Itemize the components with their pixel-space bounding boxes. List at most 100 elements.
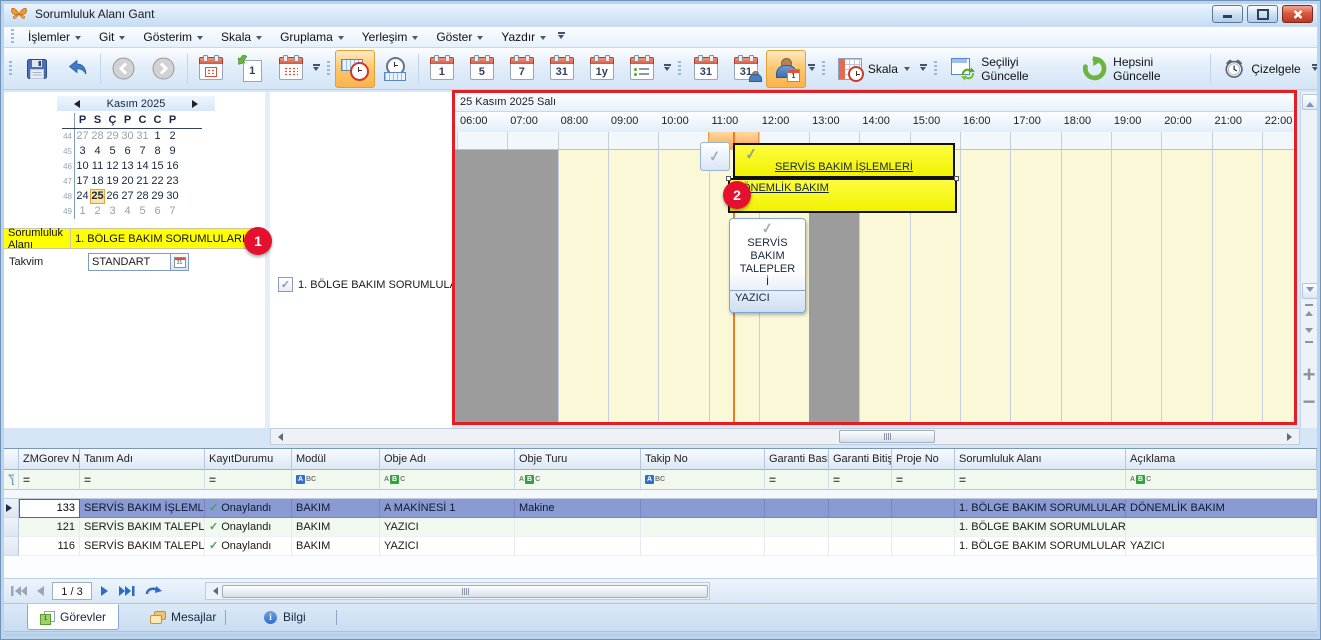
zoom-out-button[interactable]: − (1301, 392, 1317, 412)
calendar-day[interactable]: 7 (165, 204, 180, 219)
scale-button-1y[interactable]: 1y (582, 50, 622, 88)
column-header-Obje Turu[interactable]: Obje Turu (515, 449, 641, 470)
menu-item-gruplama[interactable]: Gruplama (271, 28, 353, 46)
cell-Takip No[interactable] (641, 518, 765, 537)
calendar-day[interactable]: 10 (75, 159, 90, 174)
cell-Proje No[interactable] (892, 499, 955, 518)
calendar-day[interactable]: 15 (150, 159, 165, 174)
cell-Obje Adı[interactable]: YAZICI (380, 518, 515, 537)
task-bar-donemlik-bakim[interactable]: DÖNEMLİK BAKIM (728, 178, 957, 213)
cell-ZMGorev No[interactable]: 116 (19, 537, 80, 556)
calendar-day[interactable]: 1 (150, 129, 165, 144)
schedule-button[interactable]: Çizelgele (1214, 50, 1310, 88)
filter-cell-Takip No[interactable]: ABC (641, 470, 765, 490)
first-page-button[interactable] (8, 582, 30, 600)
cell-KayıtDurumu[interactable]: ✓Onaylandı (205, 537, 292, 556)
resize-handle[interactable] (726, 176, 731, 181)
menu-item-git[interactable]: Git (90, 28, 134, 46)
calendar-day[interactable]: 3 (75, 144, 90, 159)
menu-item-skala[interactable]: Skala (212, 28, 271, 46)
toolbar-overflow-button-5[interactable] (1310, 64, 1321, 74)
tab-görevler[interactable]: 1Görevler (27, 604, 119, 630)
filter-cell-Garanti Baslı[interactable]: = (765, 470, 829, 490)
calendar-day[interactable]: 16 (165, 159, 180, 174)
toolbar-grip-5[interactable] (934, 61, 937, 77)
cell-ZMGorev No[interactable]: 121 (19, 518, 80, 537)
calendar-day[interactable]: 12 (105, 159, 120, 174)
column-header-Obje Adı[interactable]: Obje Adı (380, 449, 515, 470)
cell-Tanım Adı[interactable]: SERVİS BAKIM TALEPLER (80, 537, 205, 556)
list-view-button[interactable] (622, 50, 662, 88)
time-scale-button[interactable] (375, 50, 415, 88)
cell-Garanti Bitiş[interactable] (829, 518, 892, 537)
cell-Garanti Bitiş[interactable] (829, 499, 892, 518)
calendar-day[interactable]: 3 (105, 204, 120, 219)
calendar-day[interactable]: 28 (135, 189, 150, 204)
calendar-day[interactable]: 7 (135, 144, 150, 159)
calendar-day[interactable]: 11 (90, 159, 105, 174)
takvim-calendar-button[interactable]: 31 (170, 254, 188, 270)
table-row[interactable]: 121SERVİS BAKIM TALEPLER✓OnaylandıBAKIMY… (4, 518, 1317, 537)
scrollbar-thumb[interactable] (222, 585, 708, 598)
resource-view-button[interactable]: 1 (766, 50, 806, 88)
column-header-Garanti Bitiş[interactable]: Garanti Bitiş (829, 449, 892, 470)
calendar-day[interactable]: 1 (75, 204, 90, 219)
filter-cell-Açıklama[interactable]: ABC (1126, 470, 1317, 490)
menu-item-i̇şlemler[interactable]: İşlemler (19, 28, 90, 46)
prev-page-button[interactable] (32, 582, 48, 600)
resource-day-view-button[interactable]: 31 (726, 50, 766, 88)
calendar-day[interactable]: 20 (120, 174, 135, 189)
close-button[interactable] (1282, 5, 1313, 23)
cell-Sorumluluk Alanı[interactable]: 1. BÖLGE BAKIM SORUMLULARI (955, 537, 1126, 556)
calendar-next-button[interactable] (192, 100, 202, 108)
save-button[interactable] (17, 50, 57, 88)
cell-Obje Turu[interactable]: Makine (515, 499, 641, 518)
toolbar-overflow-button-2[interactable] (662, 64, 673, 74)
filter-cell-Proje No[interactable]: = (892, 470, 955, 490)
cell-KayıtDurumu[interactable]: ✓Onaylandı (205, 499, 292, 518)
calendar-day[interactable]: 31 (135, 129, 150, 144)
scroll-down-button[interactable] (1302, 283, 1318, 299)
gantt-chart[interactable]: 25 Kasım 2025 Salı 06:0007:0008:0009:001… (455, 93, 1297, 425)
calendar-day[interactable]: 22 (150, 174, 165, 189)
tab-bilgi[interactable]: iBilgi (252, 604, 318, 630)
skala-dropdown-button[interactable]: Skala (830, 50, 918, 88)
cell-Modül[interactable]: BAKIM (292, 518, 380, 537)
calendar-day[interactable]: 2 (165, 129, 180, 144)
cell-Garanti Baslı[interactable] (765, 499, 829, 518)
gantt-horizontal-scrollbar[interactable] (270, 428, 1300, 445)
calendar-day[interactable]: 21 (135, 174, 150, 189)
cell-ZMGorev No[interactable]: 133 (19, 499, 80, 518)
cell-Obje Adı[interactable]: A MAKİNESİ 1 (380, 499, 515, 518)
row-indicator[interactable] (4, 499, 19, 518)
table-row[interactable]: 133SERVİS BAKIM İŞLEMLER✓OnaylandıBAKIMA… (4, 499, 1317, 518)
zoom-in-button[interactable]: + (1301, 360, 1317, 390)
scroll-right-button[interactable] (1285, 430, 1298, 443)
toolbar-overflow-button-3[interactable] (806, 64, 817, 74)
column-header-Açıklama[interactable]: Açıklama (1126, 449, 1317, 470)
scroll-to-bottom-button[interactable] (1301, 328, 1317, 344)
cell-Obje Adı[interactable]: YAZICI (380, 537, 515, 556)
column-header-Sorumluluk Alanı[interactable]: Sorumluluk Alanı (955, 449, 1126, 470)
toolbar-overflow-button-1[interactable] (311, 64, 322, 74)
column-header-ZMGorev No[interactable]: ZMGorev No (19, 449, 80, 470)
cell-Takip No[interactable] (641, 499, 765, 518)
calendar-day[interactable]: 5 (105, 144, 120, 159)
calendar-day[interactable]: 23 (165, 174, 180, 189)
scroll-left-button[interactable] (272, 430, 285, 443)
takvim-field[interactable]: STANDART 31 (88, 253, 189, 271)
tab-mesajlar[interactable]: Mesajlar (138, 604, 228, 630)
toolbar-grip[interactable] (9, 61, 12, 77)
filter-cell-ZMGorev No[interactable]: = (19, 470, 80, 490)
calendar-day[interactable]: 14 (135, 159, 150, 174)
update-all-button[interactable]: Hepsini Güncelle (1073, 50, 1207, 88)
scale-button-5[interactable]: 5 (462, 50, 502, 88)
calendar-day[interactable]: 28 (90, 129, 105, 144)
cell-Modül[interactable]: BAKIM (292, 537, 380, 556)
filter-cell-Garanti Bitiş[interactable]: = (829, 470, 892, 490)
task-card-servis-talepleri[interactable]: ✓ SERVİS BAKIM TALEPLERİ YAZICI (729, 218, 806, 313)
cell-Tanım Adı[interactable]: SERVİS BAKIM İŞLEMLER (80, 499, 205, 518)
toolbar-grip-3[interactable] (678, 61, 681, 77)
filter-cell-KayıtDurumu[interactable]: = (205, 470, 292, 490)
toolbar-grip-4[interactable] (822, 61, 825, 77)
